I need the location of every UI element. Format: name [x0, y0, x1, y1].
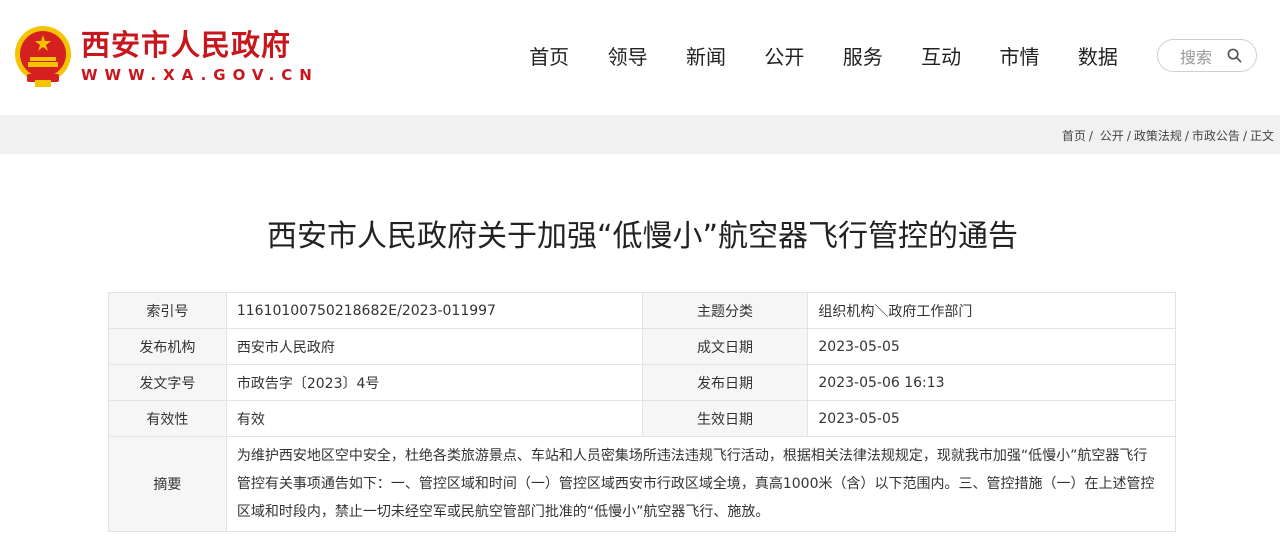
- nav-home[interactable]: 首页: [510, 44, 588, 70]
- site-header: 西安市人民政府 WWW.XA.GOV.CN 首页 领导 新闻 公开 服务 互动 …: [0, 0, 1280, 115]
- search-box[interactable]: 搜索: [1157, 39, 1257, 72]
- publish-date-value: 2023-05-06 16:13: [807, 364, 1176, 401]
- breadcrumb-separator: /: [1126, 129, 1131, 143]
- validity-value: 有效: [225, 400, 643, 437]
- abstract-value: 为维护西安地区空中安全，杜绝各类旅游景点、车站和人员密集场所违法违规飞行活动，根…: [225, 436, 1177, 532]
- nav-public[interactable]: 公开: [745, 44, 823, 70]
- table-row: 发布机构 西安市人民政府 成文日期 2023-05-05: [108, 328, 1176, 365]
- document-meta-table: 索引号 11610100750218682E/2023-011997 主题分类 …: [108, 292, 1177, 532]
- breadcrumb-public[interactable]: 公开: [1100, 129, 1124, 143]
- effective-date-label: 生效日期: [641, 400, 809, 437]
- table-row: 发文字号 市政告字〔2023〕4号 发布日期 2023-05-06 16:13: [108, 364, 1176, 401]
- nav-news[interactable]: 新闻: [667, 44, 745, 70]
- index-label: 索引号: [108, 292, 227, 329]
- site-url: WWW.XA.GOV.CN: [81, 65, 319, 84]
- breadcrumb-separator: /: [1184, 129, 1189, 143]
- breadcrumb-policy[interactable]: 政策法规: [1134, 129, 1182, 143]
- main-nav: 首页 领导 新闻 公开 服务 互动 市情 数据: [510, 44, 1137, 70]
- breadcrumb-announcements[interactable]: 市政公告: [1192, 129, 1240, 143]
- publish-date-label: 发布日期: [641, 364, 809, 401]
- national-emblem-icon: [15, 26, 71, 87]
- nav-leaders[interactable]: 领导: [588, 44, 666, 70]
- breadcrumb-separator: /: [1088, 129, 1093, 143]
- topic-value: 组织机构＼政府工作部门: [807, 292, 1176, 329]
- site-title: 西安市人民政府: [81, 27, 292, 62]
- topic-label: 主题分类: [641, 292, 809, 329]
- nav-services[interactable]: 服务: [824, 44, 902, 70]
- nav-city-info[interactable]: 市情: [980, 44, 1058, 70]
- logo-text: 西安市人民政府 WWW.XA.GOV.CN: [81, 28, 319, 85]
- publisher-value: 西安市人民政府: [225, 328, 643, 365]
- publisher-label: 发布机构: [108, 328, 227, 365]
- breadcrumb-separator: /: [1242, 129, 1247, 143]
- search-label: 搜索: [1180, 47, 1213, 67]
- doc-number-label: 发文字号: [108, 364, 227, 401]
- breadcrumb-home[interactable]: 首页: [1062, 129, 1086, 143]
- abstract-label: 摘要: [108, 436, 227, 532]
- breadcrumb: 首页 / 公开 / 政策法规 / 市政公告 / 正文: [1062, 127, 1274, 144]
- effective-date-value: 2023-05-05: [807, 400, 1176, 437]
- index-value: 11610100750218682E/2023-011997: [225, 292, 643, 329]
- validity-label: 有效性: [108, 400, 227, 437]
- written-date-label: 成文日期: [641, 328, 809, 365]
- written-date-value: 2023-05-05: [807, 328, 1176, 365]
- article-title: 西安市人民政府关于加强“低慢小”航空器飞行管控的通告: [266, 219, 1019, 254]
- breadcrumb-bar: 首页 / 公开 / 政策法规 / 市政公告 / 正文: [0, 115, 1280, 154]
- breadcrumb-current: 正文: [1249, 129, 1274, 143]
- table-row: 索引号 11610100750218682E/2023-011997 主题分类 …: [108, 292, 1176, 329]
- table-row: 有效性 有效 生效日期 2023-05-05: [108, 400, 1176, 437]
- table-row: 摘要 为维护西安地区空中安全，杜绝各类旅游景点、车站和人员密集场所违法违规飞行活…: [108, 436, 1177, 532]
- doc-number-value: 市政告字〔2023〕4号: [225, 364, 643, 401]
- nav-interaction[interactable]: 互动: [902, 44, 980, 70]
- nav-data[interactable]: 数据: [1059, 44, 1137, 70]
- site-logo[interactable]: 西安市人民政府 WWW.XA.GOV.CN: [13, 24, 319, 88]
- search-icon[interactable]: [1227, 48, 1242, 63]
